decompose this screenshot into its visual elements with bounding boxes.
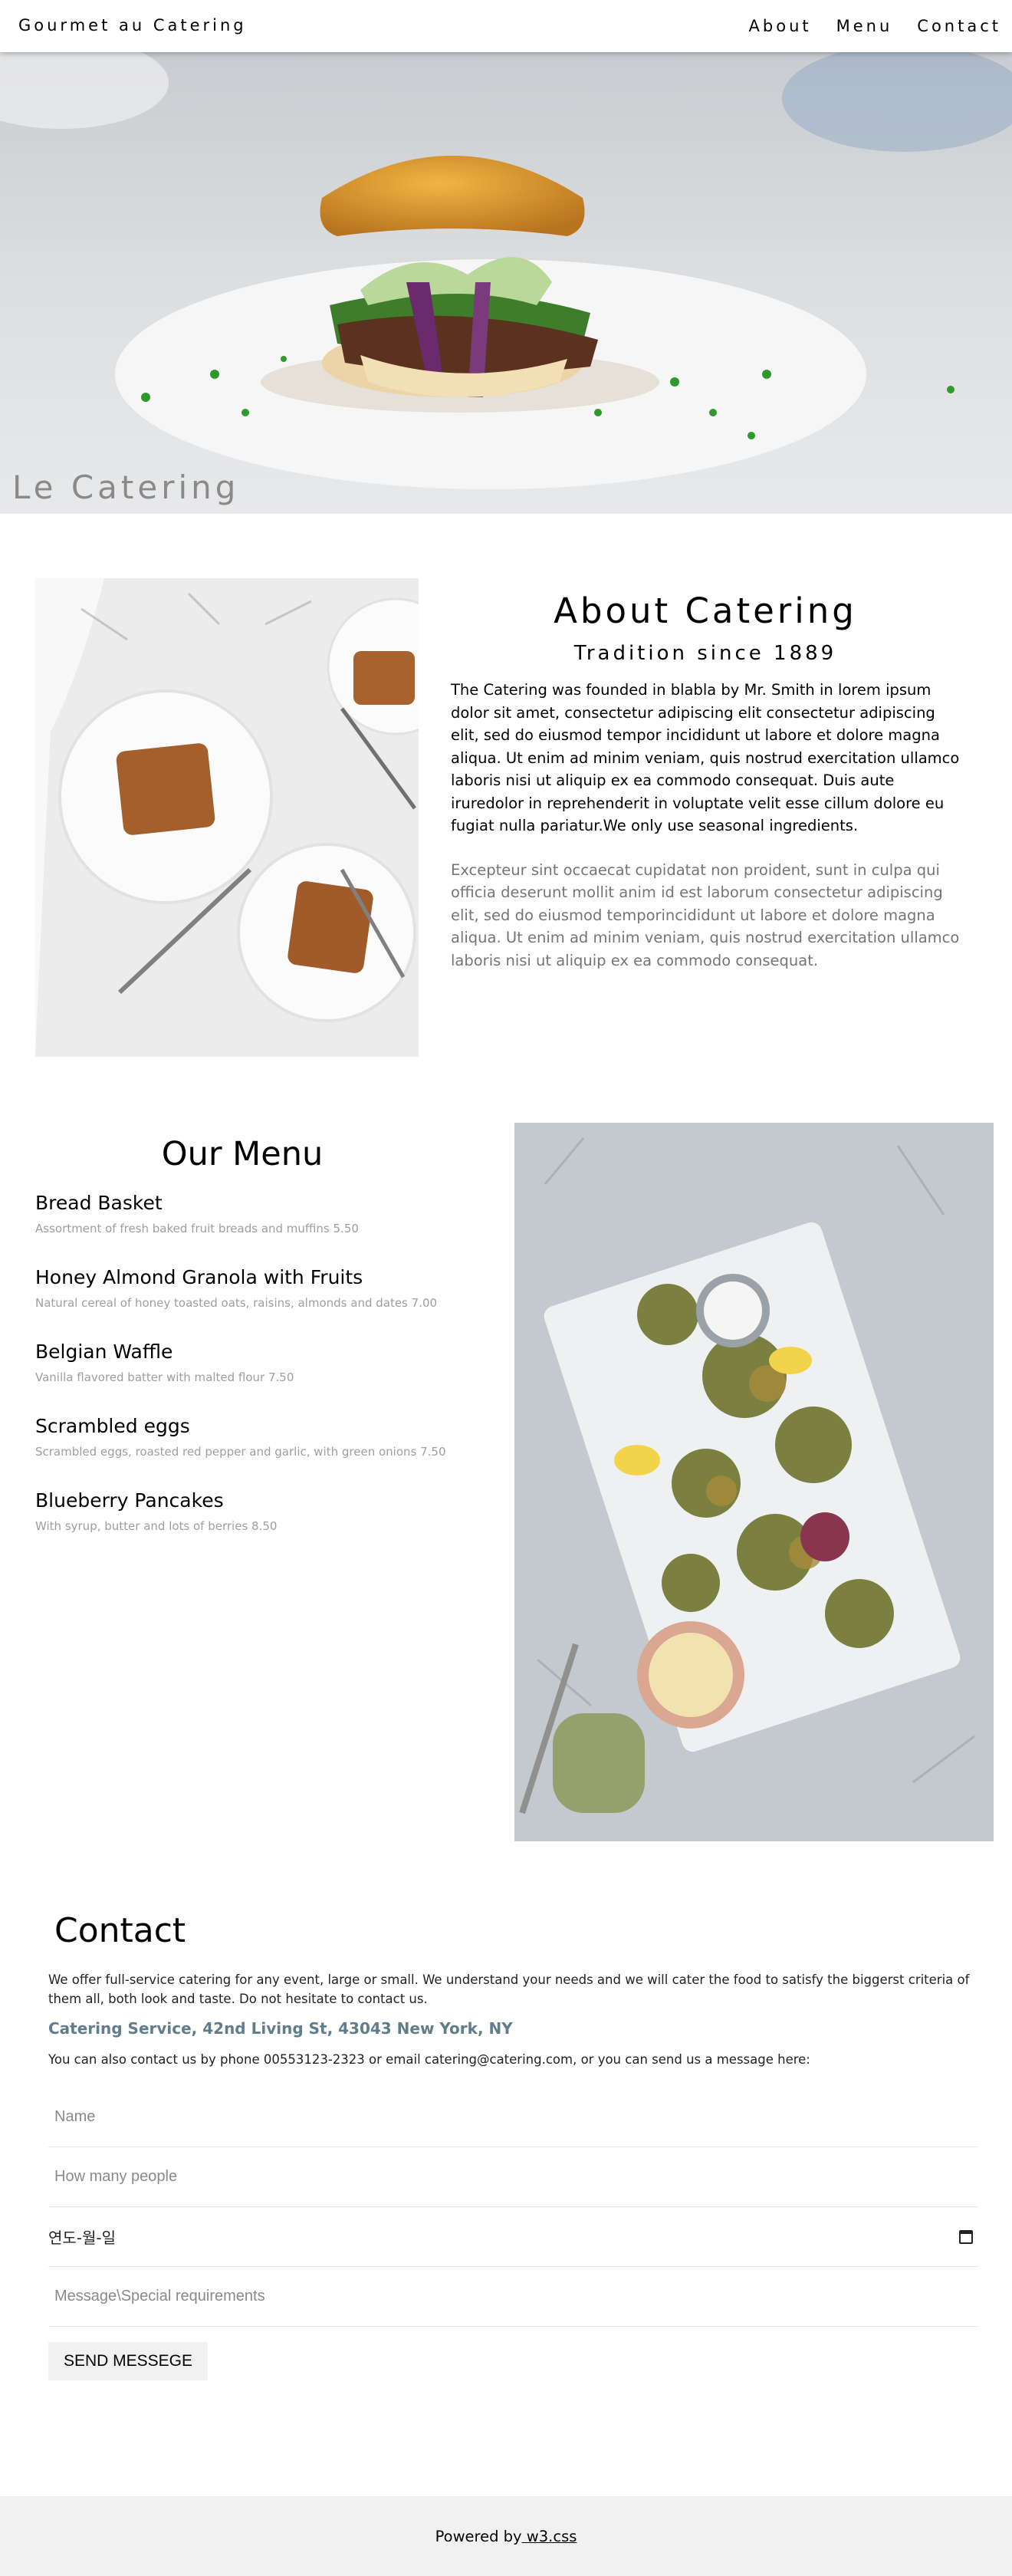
- message-input[interactable]: [48, 2267, 978, 2327]
- nav-link-menu[interactable]: Menu: [824, 17, 905, 35]
- contact-title: Contact: [54, 1911, 186, 1950]
- menu-item: Blueberry Pancakes With syrup, butter an…: [35, 1489, 449, 1533]
- menu-item-desc: Natural cereal of honey toasted oats, ra…: [35, 1296, 438, 1310]
- about-subtitle: Tradition since 1889: [573, 642, 837, 665]
- footer-prefix: Powered by: [435, 2528, 522, 2545]
- hero-title: Le Catering: [12, 469, 240, 506]
- name-input[interactable]: [48, 2087, 978, 2147]
- menu-item: Belgian Waffle Vanilla flavored batter w…: [35, 1341, 449, 1384]
- menu-title: Our Menu: [161, 1135, 324, 1173]
- menu-section: Our Menu Bread Basket Assortment of fres…: [35, 1135, 449, 1564]
- menu-food-image: [514, 1123, 994, 1841]
- nav-link-about[interactable]: About: [737, 17, 824, 35]
- date-value: 연도-월-일: [48, 2229, 117, 2247]
- contact-address: Catering Service, 42nd Living St, 43043 …: [48, 2019, 513, 2038]
- contact-form: 연도-월-일 SEND MESSEGE: [48, 2087, 985, 2380]
- date-input[interactable]: 연도-월-일: [48, 2207, 978, 2267]
- menu-item-name: Blueberry Pancakes: [35, 1489, 224, 1512]
- menu-item-name: Scrambled eggs: [35, 1415, 190, 1437]
- footer-text: Powered by w3.css: [0, 2528, 1012, 2545]
- about-paragraph-1: The Catering was founded in blabla by Mr…: [451, 681, 960, 834]
- menu-item: Honey Almond Granola with Fruits Natural…: [35, 1266, 449, 1310]
- send-message-button[interactable]: SEND MESSEGE: [48, 2342, 208, 2380]
- menu-item-desc: Vanilla flavored batter with malted flou…: [35, 1370, 294, 1384]
- about-paragraph-2: Excepteur sint occaecat cupidatat non pr…: [451, 860, 960, 969]
- nav-link-contact[interactable]: Contact: [905, 17, 1012, 35]
- menu-item-desc: Scrambled eggs, roasted red pepper and g…: [35, 1445, 446, 1459]
- people-input[interactable]: [48, 2147, 978, 2207]
- contact-section: Contact We offer full-service catering f…: [48, 1911, 985, 2380]
- contact-info: You can also contact us by phone 0055312…: [48, 2052, 810, 2067]
- menu-item: Scrambled eggs Scrambled eggs, roasted r…: [35, 1415, 449, 1459]
- menu-item-name: Bread Basket: [35, 1192, 163, 1214]
- brand-link[interactable]: Gourmet au Catering: [18, 16, 247, 35]
- nav-links: About Menu Contact: [737, 0, 1012, 52]
- about-section: About Catering Tradition since 1889 The …: [451, 591, 960, 972]
- menu-item-desc: With syrup, butter and lots of berries 8…: [35, 1519, 278, 1533]
- top-navbar: Gourmet au Catering About Menu Contact: [0, 0, 1012, 52]
- menu-item-name: Honey Almond Granola with Fruits: [35, 1266, 363, 1288]
- hero-burger-image: [0, 52, 1012, 514]
- footer-link[interactable]: w3.css: [522, 2528, 577, 2545]
- menu-item-desc: Assortment of fresh baked fruit breads a…: [35, 1222, 359, 1235]
- calendar-icon[interactable]: [959, 2230, 973, 2244]
- contact-intro: We offer full-service catering for any e…: [48, 1972, 970, 2006]
- menu-item: Bread Basket Assortment of fresh baked f…: [35, 1192, 449, 1235]
- menu-item-name: Belgian Waffle: [35, 1341, 173, 1363]
- about-title: About Catering: [554, 591, 857, 631]
- hero-banner: Le Catering: [0, 52, 1012, 514]
- footer: Powered by w3.css: [0, 2496, 1012, 2576]
- about-dessert-image: [35, 578, 419, 1057]
